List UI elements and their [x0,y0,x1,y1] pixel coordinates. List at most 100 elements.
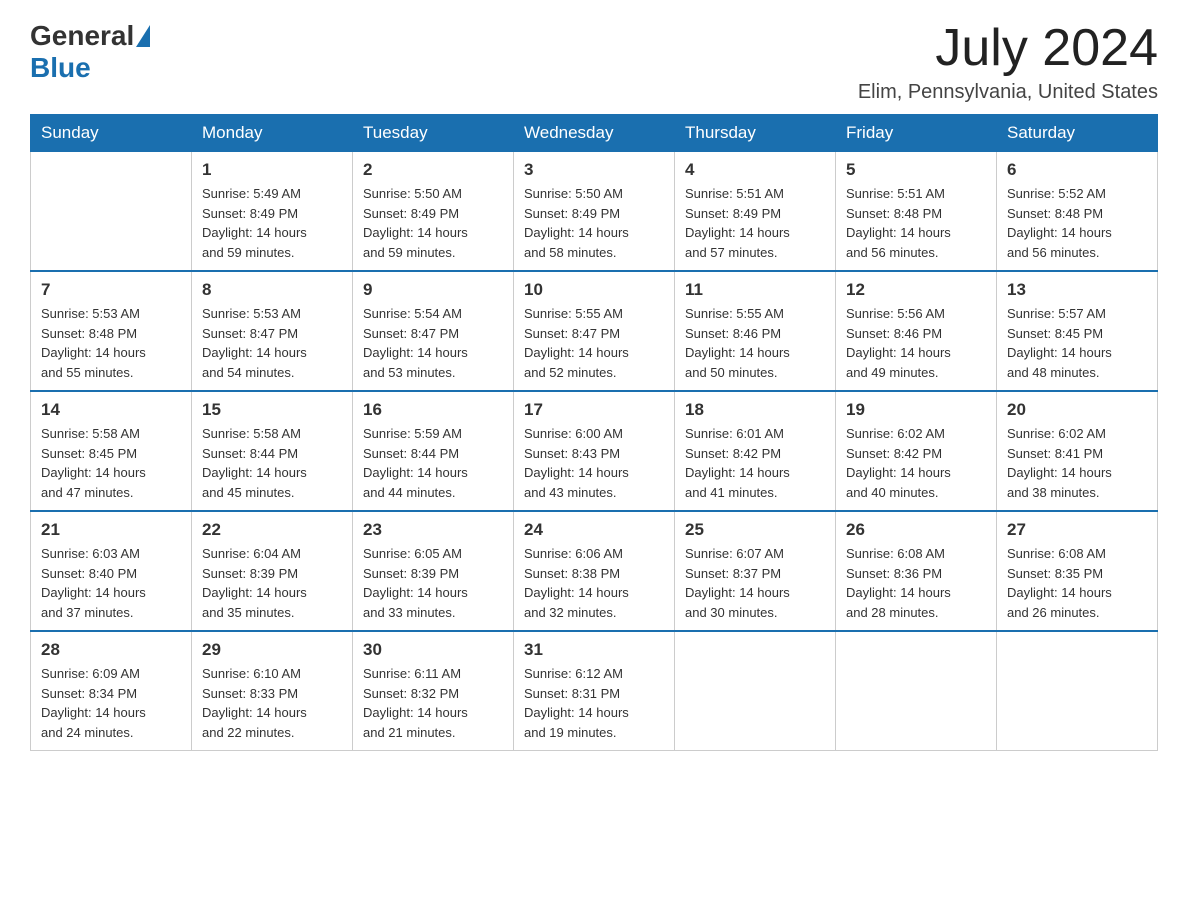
calendar-week-row: 1 Sunrise: 5:49 AMSunset: 8:49 PMDaylight… [31,152,1158,272]
day-number: 7 [41,280,181,300]
day-of-week-header: Sunday [31,115,192,152]
day-number: 2 [363,160,503,180]
calendar-day-cell: 19Sunrise: 6:02 AMSunset: 8:42 PMDayligh… [836,391,997,511]
sun-info: Sunrise: 5:58 AMSunset: 8:45 PMDaylight:… [41,424,181,502]
calendar-week-row: 21 Sunrise: 6:03 AMSunset: 8:40 PMDayligh… [31,511,1158,631]
day-number: 15 [202,400,342,420]
sun-info: Sunrise: 6:03 AMSunset: 8:40 PMDaylight:… [41,544,181,622]
day-number: 25 [685,520,825,540]
sun-info: Sunrise: 5:52 AMSunset: 8:48 PMDaylight:… [1007,184,1147,262]
calendar-day-cell: 2 Sunrise: 5:50 AMSunset: 8:49 PMDaylight… [353,152,514,272]
day-number: 6 [1007,160,1147,180]
calendar-day-cell: 4 Sunrise: 5:51 AMSunset: 8:49 PMDaylight… [675,152,836,272]
sun-info: Sunrise: 6:11 AMSunset: 8:32 PMDaylight:… [363,664,503,742]
sun-info: Sunrise: 6:06 AMSunset: 8:38 PMDaylight:… [524,544,664,622]
sun-info: Sunrise: 6:01 AMSunset: 8:42 PMDaylight:… [685,424,825,502]
day-of-week-header: Tuesday [353,115,514,152]
sun-info: Sunrise: 5:53 AMSunset: 8:47 PMDaylight:… [202,304,342,382]
sun-info: Sunrise: 5:55 AMSunset: 8:47 PMDaylight:… [524,304,664,382]
calendar-day-cell [31,152,192,272]
sun-info: Sunrise: 6:09 AMSunset: 8:34 PMDaylight:… [41,664,181,742]
day-number: 27 [1007,520,1147,540]
logo-blue-text: Blue [30,52,91,84]
calendar-day-cell: 22Sunrise: 6:04 AMSunset: 8:39 PMDayligh… [192,511,353,631]
day-number: 4 [685,160,825,180]
day-number: 23 [363,520,503,540]
sun-info: Sunrise: 6:02 AMSunset: 8:41 PMDaylight:… [1007,424,1147,502]
day-number: 29 [202,640,342,660]
calendar-day-cell: 3 Sunrise: 5:50 AMSunset: 8:49 PMDaylight… [514,152,675,272]
sun-info: Sunrise: 6:12 AMSunset: 8:31 PMDaylight:… [524,664,664,742]
logo-triangle-icon [136,25,150,47]
calendar-day-cell: 16Sunrise: 5:59 AMSunset: 8:44 PMDayligh… [353,391,514,511]
calendar-week-row: 28Sunrise: 6:09 AMSunset: 8:34 PMDayligh… [31,631,1158,751]
day-number: 5 [846,160,986,180]
day-number: 10 [524,280,664,300]
month-year-title: July 2024 [858,20,1158,77]
day-number: 14 [41,400,181,420]
day-number: 1 [202,160,342,180]
calendar-day-cell: 31 Sunrise: 6:12 AMSunset: 8:31 PMDayligh… [514,631,675,751]
day-number: 9 [363,280,503,300]
calendar-day-cell: 14 Sunrise: 5:58 AMSunset: 8:45 PMDayligh… [31,391,192,511]
sun-info: Sunrise: 6:02 AMSunset: 8:42 PMDaylight:… [846,424,986,502]
calendar-day-cell: 24 Sunrise: 6:06 AMSunset: 8:38 PMDayligh… [514,511,675,631]
calendar-day-cell: 12Sunrise: 5:56 AMSunset: 8:46 PMDayligh… [836,271,997,391]
calendar-day-cell: 30 Sunrise: 6:11 AMSunset: 8:32 PMDayligh… [353,631,514,751]
day-number: 11 [685,280,825,300]
day-number: 3 [524,160,664,180]
calendar-day-cell: 7 Sunrise: 5:53 AMSunset: 8:48 PMDaylight… [31,271,192,391]
calendar-week-row: 14 Sunrise: 5:58 AMSunset: 8:45 PMDayligh… [31,391,1158,511]
sun-info: Sunrise: 5:56 AMSunset: 8:46 PMDaylight:… [846,304,986,382]
sun-info: Sunrise: 5:49 AMSunset: 8:49 PMDaylight:… [202,184,342,262]
sun-info: Sunrise: 5:54 AMSunset: 8:47 PMDaylight:… [363,304,503,382]
day-of-week-header: Wednesday [514,115,675,152]
calendar-day-cell: 29Sunrise: 6:10 AMSunset: 8:33 PMDayligh… [192,631,353,751]
day-of-week-header: Thursday [675,115,836,152]
calendar-day-cell: 18 Sunrise: 6:01 AMSunset: 8:42 PMDayligh… [675,391,836,511]
sun-info: Sunrise: 6:05 AMSunset: 8:39 PMDaylight:… [363,544,503,622]
sun-info: Sunrise: 5:58 AMSunset: 8:44 PMDaylight:… [202,424,342,502]
sun-info: Sunrise: 5:51 AMSunset: 8:49 PMDaylight:… [685,184,825,262]
day-of-week-header: Saturday [997,115,1158,152]
calendar-day-cell: 25 Sunrise: 6:07 AMSunset: 8:37 PMDayligh… [675,511,836,631]
calendar-day-cell: 6 Sunrise: 5:52 AMSunset: 8:48 PMDaylight… [997,152,1158,272]
day-number: 24 [524,520,664,540]
day-of-week-header: Friday [836,115,997,152]
day-of-week-header: Monday [192,115,353,152]
day-number: 26 [846,520,986,540]
calendar-day-cell: 21 Sunrise: 6:03 AMSunset: 8:40 PMDayligh… [31,511,192,631]
day-number: 8 [202,280,342,300]
day-number: 13 [1007,280,1147,300]
page-header: General Blue July 2024 Elim, Pennsylvani… [30,20,1158,104]
calendar-table: SundayMondayTuesdayWednesdayThursdayFrid… [30,114,1158,751]
day-number: 30 [363,640,503,660]
calendar-day-cell [675,631,836,751]
calendar-day-cell: 11 Sunrise: 5:55 AMSunset: 8:46 PMDayligh… [675,271,836,391]
sun-info: Sunrise: 6:00 AMSunset: 8:43 PMDaylight:… [524,424,664,502]
calendar-day-cell: 17 Sunrise: 6:00 AMSunset: 8:43 PMDayligh… [514,391,675,511]
logo-general-text: General [30,20,134,52]
sun-info: Sunrise: 5:50 AMSunset: 8:49 PMDaylight:… [524,184,664,262]
sun-info: Sunrise: 5:55 AMSunset: 8:46 PMDaylight:… [685,304,825,382]
calendar-day-cell [997,631,1158,751]
sun-info: Sunrise: 6:07 AMSunset: 8:37 PMDaylight:… [685,544,825,622]
sun-info: Sunrise: 5:53 AMSunset: 8:48 PMDaylight:… [41,304,181,382]
location-subtitle: Elim, Pennsylvania, United States [858,81,1158,104]
calendar-day-cell: 1 Sunrise: 5:49 AMSunset: 8:49 PMDaylight… [192,152,353,272]
day-number: 17 [524,400,664,420]
calendar-week-row: 7 Sunrise: 5:53 AMSunset: 8:48 PMDaylight… [31,271,1158,391]
sun-info: Sunrise: 5:51 AMSunset: 8:48 PMDaylight:… [846,184,986,262]
logo: General Blue [30,20,152,84]
day-number: 31 [524,640,664,660]
calendar-day-cell: 23 Sunrise: 6:05 AMSunset: 8:39 PMDayligh… [353,511,514,631]
day-number: 20 [1007,400,1147,420]
calendar-day-cell [836,631,997,751]
day-number: 21 [41,520,181,540]
sun-info: Sunrise: 6:08 AMSunset: 8:36 PMDaylight:… [846,544,986,622]
sun-info: Sunrise: 5:57 AMSunset: 8:45 PMDaylight:… [1007,304,1147,382]
calendar-day-cell: 26 Sunrise: 6:08 AMSunset: 8:36 PMDayligh… [836,511,997,631]
day-number: 18 [685,400,825,420]
day-number: 22 [202,520,342,540]
sun-info: Sunrise: 5:50 AMSunset: 8:49 PMDaylight:… [363,184,503,262]
